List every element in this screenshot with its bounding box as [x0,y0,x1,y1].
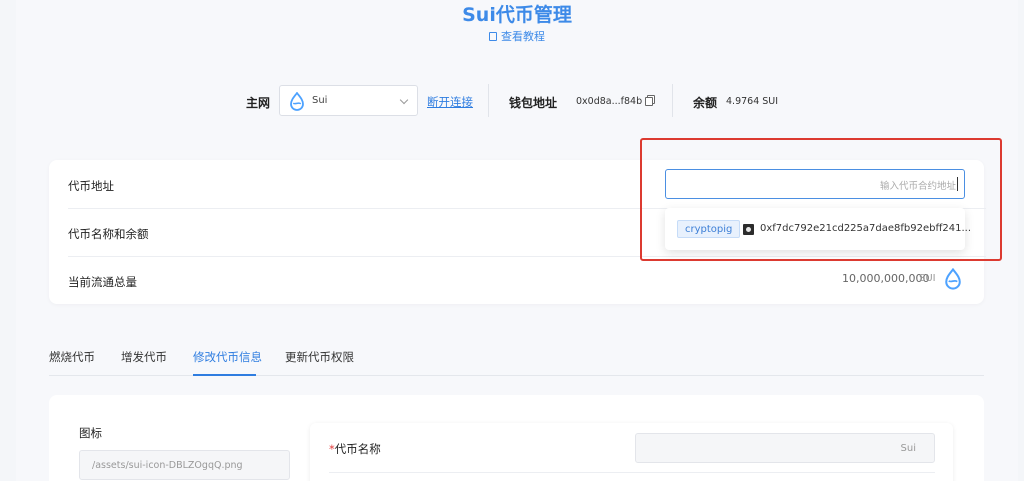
highlight-box [640,138,1002,261]
network-select[interactable]: Sui [279,85,418,116]
tabs-divider [49,375,984,376]
token-name-balance-label: 代币名称和余额 [68,227,149,241]
sui-logo-icon [945,268,961,290]
copy-icon[interactable] [645,95,655,106]
tab-update-authority[interactable]: 更新代币权限 [285,349,354,365]
tab-edit-info[interactable]: 修改代币信息 [193,349,262,365]
balance-value: 4.9764 SUI [726,96,779,107]
token-name-input[interactable]: Sui [635,433,935,463]
token-name-value: Sui [900,443,916,454]
wallet-address-value: 0x0d8a...f84b [576,96,643,107]
sui-logo-icon [290,92,304,111]
divider [329,472,935,473]
chevron-down-icon [399,95,409,105]
active-tab-indicator [193,374,256,376]
token-name-label-text: 代币名称 [334,442,381,456]
circulating-supply-label: 当前流通总量 [68,275,137,289]
document-icon [489,32,497,41]
page-title: Sui代币管理 [462,4,572,26]
divider [672,84,673,117]
tutorial-link[interactable]: 查看教程 [0,28,1024,44]
icon-label: 图标 [79,426,102,440]
balance-label: 余额 [693,96,718,110]
icon-url-value: /assets/sui-icon-DBLZOgqQ.png [92,460,243,471]
network-select-value: Sui [312,95,328,106]
network-label: 主网 [246,96,271,110]
disconnect-link[interactable]: 断开连接 [427,94,473,110]
circulating-supply-unit: SUI [919,273,936,284]
circulating-supply-value: 10,000,000,000 [842,272,930,285]
icon-url-input[interactable]: /assets/sui-icon-DBLZOgqQ.png [79,450,290,480]
tab-burn[interactable]: 燃烧代币 [49,349,95,365]
wallet-address-label: 钱包地址 [509,96,558,110]
token-address-label: 代币地址 [68,179,114,193]
tutorial-label: 查看教程 [501,30,545,43]
divider [488,84,489,117]
tab-mint[interactable]: 增发代币 [121,349,167,365]
token-name-label: *代币名称 [329,441,381,457]
